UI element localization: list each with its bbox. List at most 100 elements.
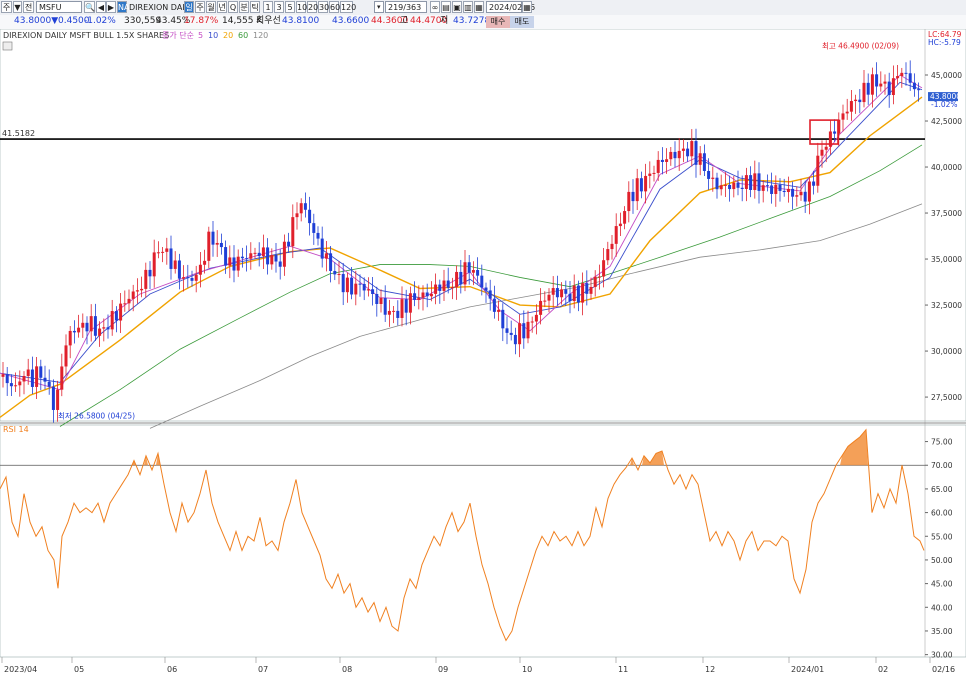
candle-body <box>240 256 244 259</box>
candle-body <box>513 334 517 345</box>
market-button[interactable]: 주 <box>1 1 12 13</box>
candle-body <box>245 258 249 260</box>
candle-body <box>438 284 442 291</box>
candle-body <box>484 287 488 291</box>
candle-body <box>782 190 786 193</box>
candle-body <box>623 211 627 224</box>
prev-icon[interactable]: ◀ <box>96 1 106 13</box>
ma-legend-10: 10 <box>208 31 218 40</box>
candle-body <box>413 293 417 300</box>
candle-body <box>618 223 622 227</box>
candle-body <box>190 278 194 281</box>
save-icon[interactable]: ▣ <box>452 1 462 13</box>
candle-body <box>597 276 601 278</box>
candle-body <box>518 323 522 345</box>
candle-body <box>681 148 685 151</box>
price-tick-label: 27,5000 <box>931 393 962 402</box>
candle-body <box>660 159 664 162</box>
candle-body <box>463 262 467 285</box>
rsi-tick-label: 65.00 <box>931 485 953 494</box>
candle-body <box>39 366 43 378</box>
candle-body <box>459 271 463 285</box>
candle-body <box>119 303 123 321</box>
next-icon[interactable]: ▶ <box>106 1 116 13</box>
period-3[interactable]: 년 <box>217 1 227 13</box>
candle-body <box>614 226 618 244</box>
candle-body <box>639 178 643 192</box>
candle-body <box>257 252 261 257</box>
price-tick-label: 30,0000 <box>931 347 962 356</box>
candle-body <box>270 255 274 265</box>
rsi-tick-label: 45.00 <box>931 580 953 589</box>
candle-body <box>177 260 181 279</box>
candle-body <box>72 330 76 333</box>
price-tick-label: 40,0000 <box>931 163 962 172</box>
candle-body <box>610 243 614 250</box>
period-5[interactable]: 분 <box>239 1 249 13</box>
candle-body <box>522 323 526 339</box>
chart-title: DIREXION DAILY MSFT BULL 1.5X SHARES <box>3 31 169 40</box>
candle-body <box>900 72 904 77</box>
period-4[interactable]: Q <box>228 1 238 13</box>
candle-body <box>35 366 39 387</box>
candle-body <box>89 316 93 332</box>
table-icon[interactable]: ▦ <box>474 1 484 13</box>
interval-5[interactable]: 5 <box>285 1 295 13</box>
candle-body <box>203 260 207 265</box>
candle-body <box>686 148 690 157</box>
date-field[interactable]: 2024/02/16 <box>486 1 535 13</box>
x-tick-label: 07 <box>258 665 268 674</box>
candle-body <box>627 191 631 212</box>
date-picker-icon[interactable]: ▦ <box>522 1 532 13</box>
market-dropdown[interactable]: ▼ <box>13 1 22 13</box>
period-2[interactable]: 월 <box>206 1 216 13</box>
sell-button[interactable]: 매도 <box>510 16 534 28</box>
period-1[interactable]: 주 <box>195 1 205 13</box>
interval-20[interactable]: 20 <box>307 1 318 13</box>
ask-label: 최우선 <box>256 16 281 26</box>
price-tick-label: 32,5000 <box>931 301 962 310</box>
symbol-input[interactable]: MSFU <box>36 1 82 13</box>
candle-body <box>509 332 513 335</box>
interval-10[interactable]: 10 <box>296 1 307 13</box>
candle-body <box>593 276 597 287</box>
candle-body <box>560 289 564 298</box>
print-icon[interactable]: ▥ <box>463 1 473 13</box>
candle-body <box>186 277 190 279</box>
period-6[interactable]: 틱 <box>250 1 260 13</box>
candle-body <box>765 185 769 187</box>
chain-icon[interactable]: ∞ <box>430 1 440 13</box>
period-dropdown[interactable]: ▾ <box>374 1 384 13</box>
candle-body <box>757 173 761 191</box>
x-tick-label: 02 <box>878 665 888 674</box>
candle-body <box>719 185 723 190</box>
candle-body <box>379 298 383 304</box>
candle-body <box>736 182 740 188</box>
candle-body <box>501 309 505 329</box>
candle-body <box>383 298 387 315</box>
candle-body <box>761 185 765 191</box>
search-icon[interactable]: 🔍 <box>84 1 95 13</box>
candle-body <box>652 172 656 174</box>
candle-body <box>568 293 572 302</box>
candle-body <box>572 285 576 302</box>
interval-3[interactable]: 3 <box>274 1 284 13</box>
all-button[interactable]: 전 <box>23 1 34 13</box>
period-0[interactable]: 일 <box>184 1 194 13</box>
candle-body <box>9 383 13 387</box>
price-tick-label: 37,5000 <box>931 209 962 218</box>
interval-30[interactable]: 30 <box>318 1 329 13</box>
interval-60[interactable]: 60 <box>329 1 340 13</box>
candle-body <box>387 310 391 315</box>
buy-button[interactable]: 매수 <box>486 16 510 28</box>
candle-body <box>165 248 169 252</box>
candle-body <box>833 131 837 134</box>
interval-1[interactable]: 1 <box>263 1 273 13</box>
candle-body <box>476 270 480 276</box>
candle-body <box>30 369 34 387</box>
count-field[interactable]: 219/363 <box>385 1 427 13</box>
candle-body <box>820 149 824 156</box>
calendar-icon[interactable]: ▤ <box>441 1 451 13</box>
candle-body <box>896 76 900 79</box>
interval-120[interactable]: 120 <box>340 1 356 13</box>
